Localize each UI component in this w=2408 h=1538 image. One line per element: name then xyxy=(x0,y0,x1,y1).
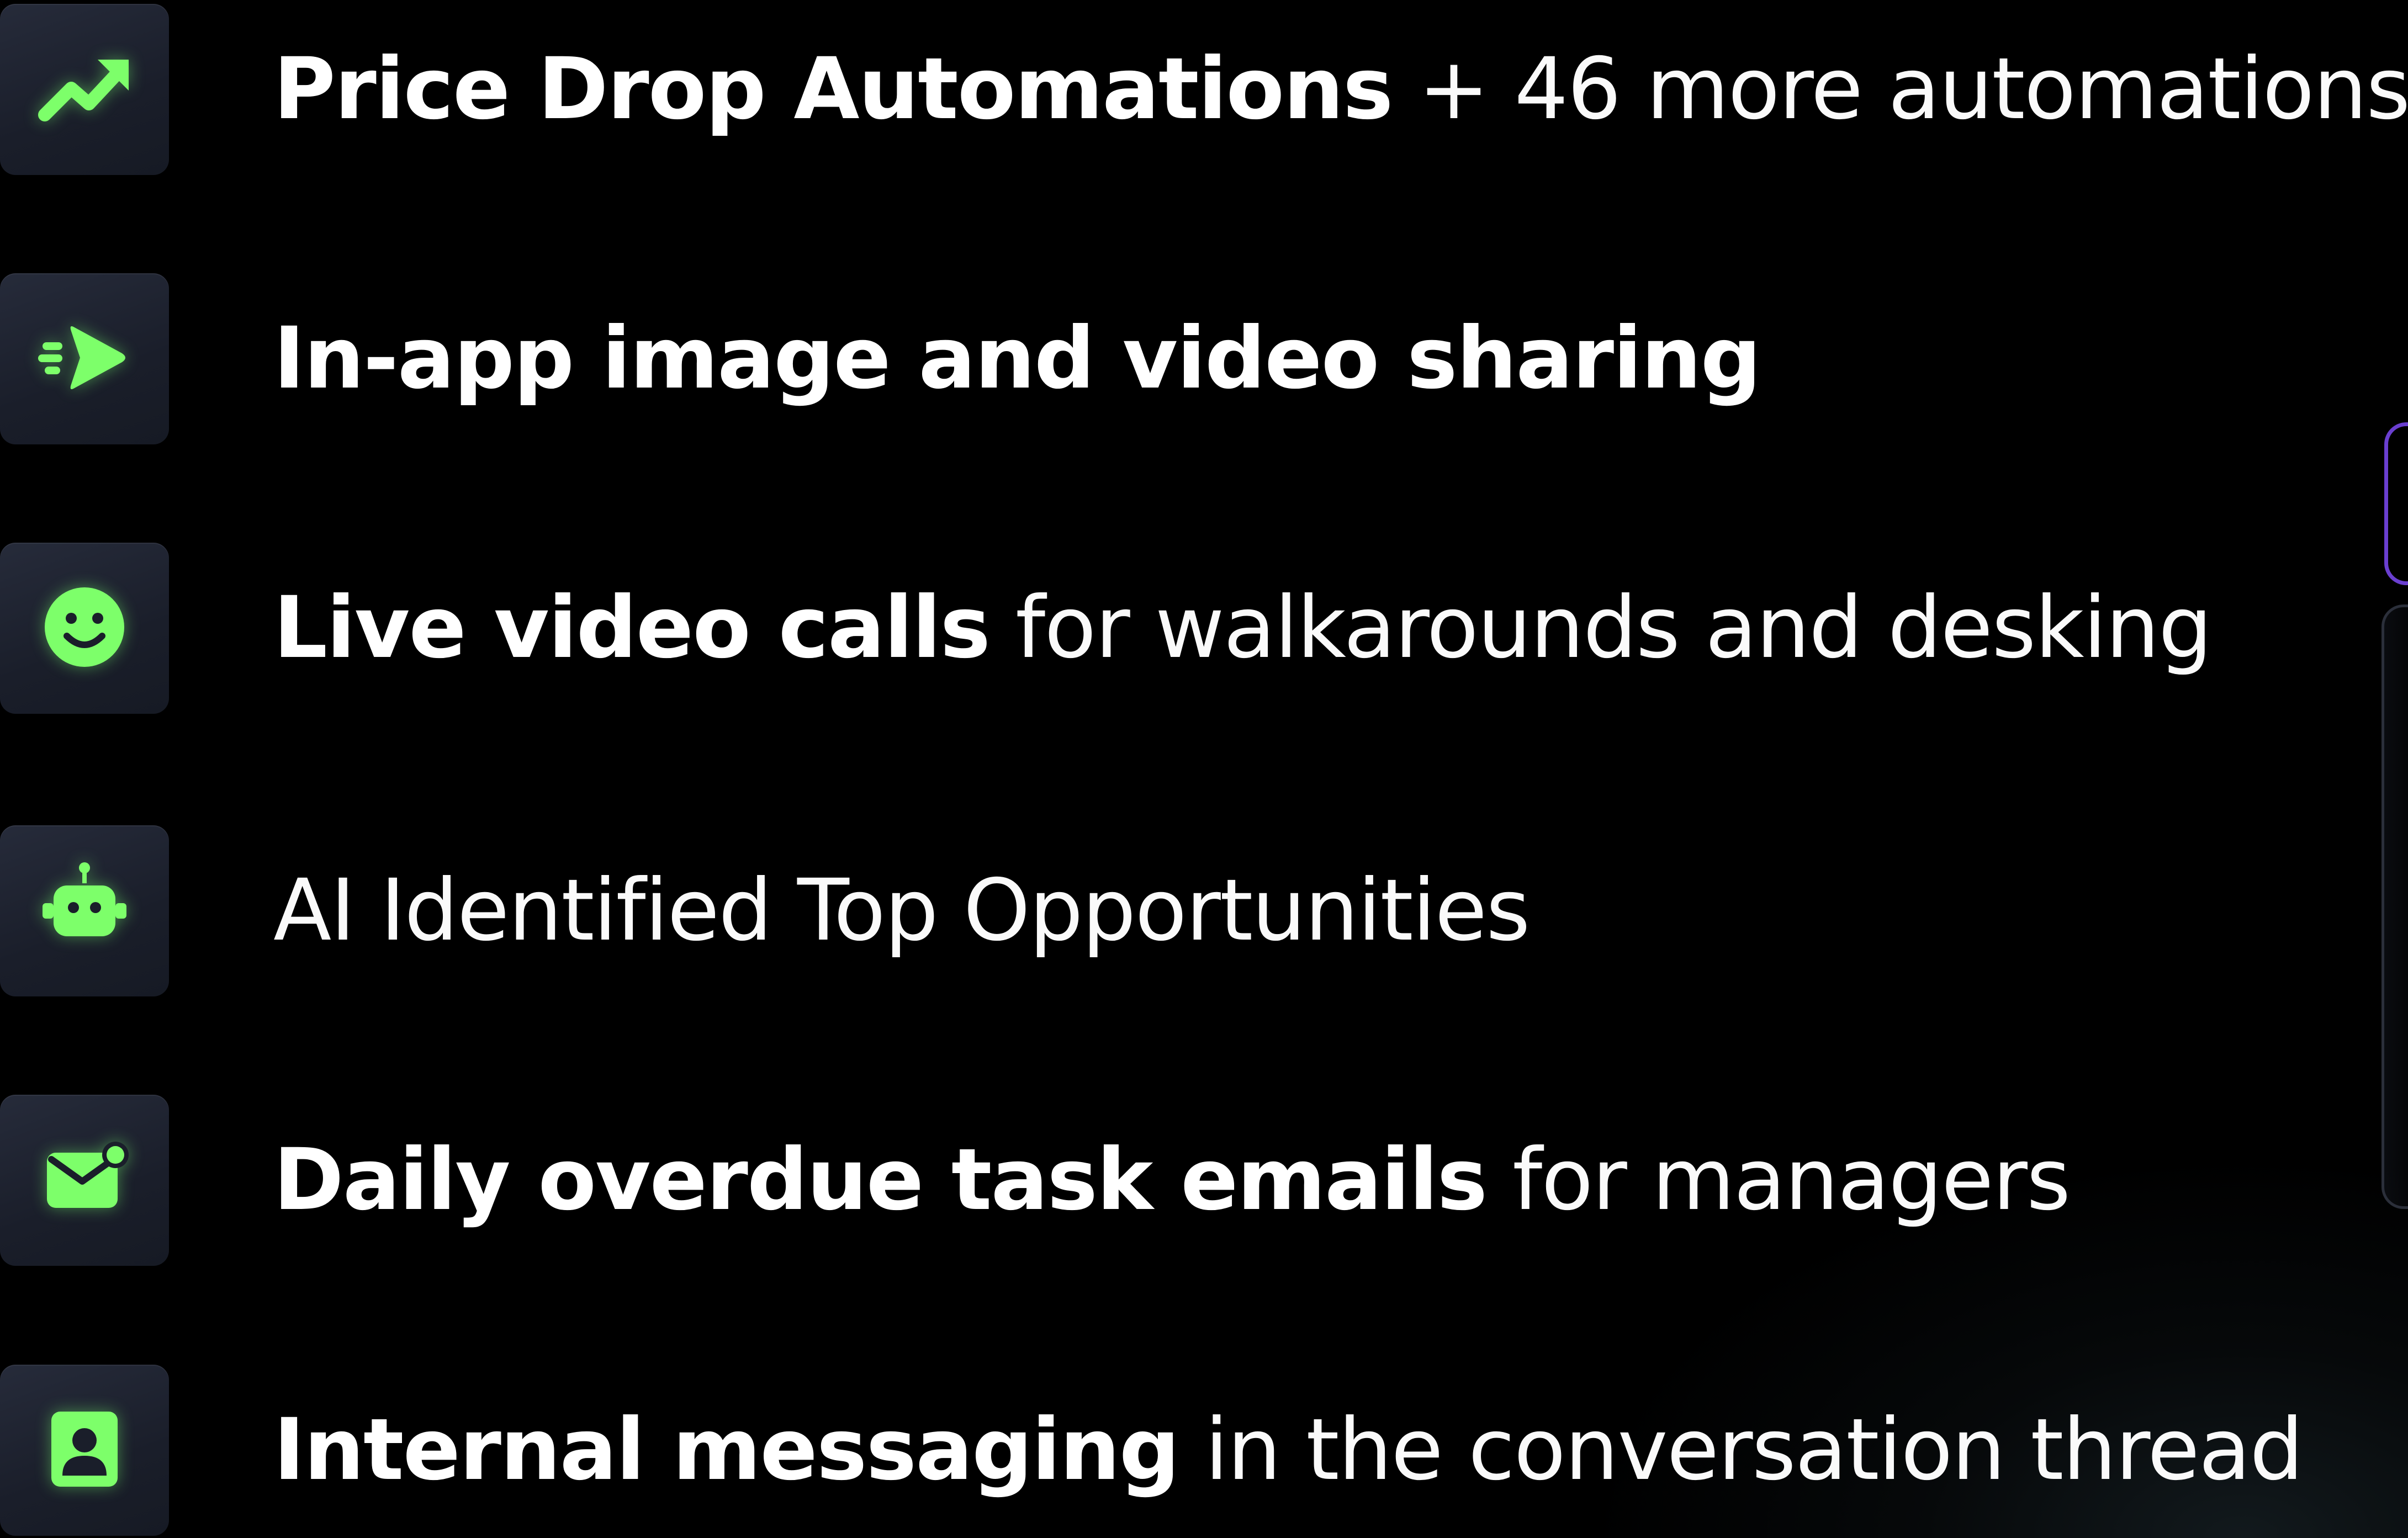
feature-regular-text: for walkarounds and desking xyxy=(989,579,2213,677)
smiley-icon xyxy=(29,572,140,682)
feature-bold-text: Daily overdue task emails xyxy=(273,1131,1488,1229)
feature-text: Live video calls for walkarounds and des… xyxy=(273,543,2213,714)
feature-row-ai-opportunities: AI Identified Top Opportunities xyxy=(0,825,2408,996)
feature-bold-text: Internal messaging xyxy=(273,1401,1180,1499)
feature-regular-text: in the conversation thread xyxy=(1178,1401,2304,1499)
icon-tile xyxy=(0,543,169,714)
icon-tile xyxy=(0,4,169,175)
feature-regular-text: + 46 more automations xyxy=(1392,40,2408,139)
feature-bold-text: Live video calls xyxy=(273,579,991,677)
feature-row-price-drop: Price Drop Automations + 46 more automat… xyxy=(0,4,2408,175)
robot-icon xyxy=(29,855,140,965)
trending-up-icon xyxy=(29,33,140,144)
feature-regular-text: AI Identified Top Opportunities xyxy=(273,861,1530,960)
icon-tile xyxy=(0,1365,169,1536)
icon-tile xyxy=(0,273,169,444)
feature-bold-text: Price Drop Automations xyxy=(273,40,1394,139)
mail-notification-icon xyxy=(29,1124,140,1234)
icon-tile xyxy=(0,825,169,996)
feature-row-video-calls: Live video calls for walkarounds and des… xyxy=(0,543,2408,714)
send-arrow-icon xyxy=(29,303,140,413)
feature-row-media-sharing: In-app image and video sharing xyxy=(0,273,2408,444)
feature-text: Price Drop Automations + 46 more automat… xyxy=(273,4,2408,175)
right-edge-panel xyxy=(2381,604,2408,1209)
feature-text: Daily overdue task emails for managers xyxy=(273,1095,2071,1266)
feature-text: Internal messaging in the conversation t… xyxy=(273,1365,2304,1536)
feature-row-internal-messaging: Internal messaging in the conversation t… xyxy=(0,1365,2408,1536)
feature-regular-text: for managers xyxy=(1486,1131,2071,1229)
feature-row-overdue-emails: Daily overdue task emails for managers xyxy=(0,1095,2408,1266)
contact-card-icon xyxy=(29,1394,140,1504)
feature-bold-text: In-app image and video sharing xyxy=(273,309,1761,408)
feature-text: In-app image and video sharing xyxy=(273,273,1761,444)
feature-text: AI Identified Top Opportunities xyxy=(273,825,1530,996)
icon-tile xyxy=(0,1095,169,1266)
feature-list: Price Drop Automations + 46 more automat… xyxy=(0,0,2408,1538)
right-edge-panel-highlight xyxy=(2384,422,2408,585)
